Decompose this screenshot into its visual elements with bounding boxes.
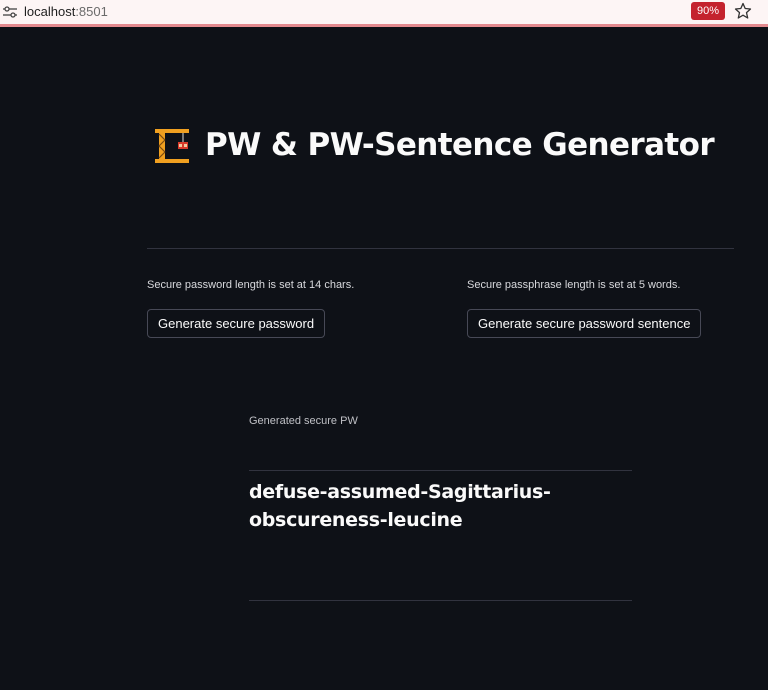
- browser-address-bar: localhost:8501 90%: [0, 0, 768, 27]
- result-top-divider: [249, 470, 632, 471]
- generate-password-button[interactable]: Generate secure password: [147, 309, 326, 338]
- result-label: Generated secure PW: [249, 415, 358, 427]
- star-icon[interactable]: [734, 2, 752, 20]
- generated-password-text: defuse-assumed-Sagittarius-obscureness-l…: [249, 481, 551, 531]
- title-row: PW & PW-Sentence Generator: [153, 123, 715, 167]
- passphrase-length-caption: Secure passphrase length is set at 5 wor…: [467, 279, 681, 291]
- zoom-level-badge[interactable]: 90%: [691, 2, 725, 20]
- url-host: localhost: [24, 4, 76, 19]
- url-text[interactable]: localhost:8501: [24, 4, 108, 20]
- url-port: :8501: [75, 4, 108, 19]
- app-main: PW & PW-Sentence Generator Secure passwo…: [0, 27, 768, 690]
- header-divider: [147, 248, 734, 249]
- site-settings-icon[interactable]: [3, 5, 17, 19]
- result-bottom-divider: [249, 600, 632, 601]
- construction-crane-icon: [155, 129, 189, 163]
- generate-passphrase-button[interactable]: Generate secure password sentence: [467, 309, 702, 338]
- page-title: PW & PW-Sentence Generator: [205, 127, 715, 163]
- password-length-caption: Secure password length is set at 14 char…: [147, 279, 355, 291]
